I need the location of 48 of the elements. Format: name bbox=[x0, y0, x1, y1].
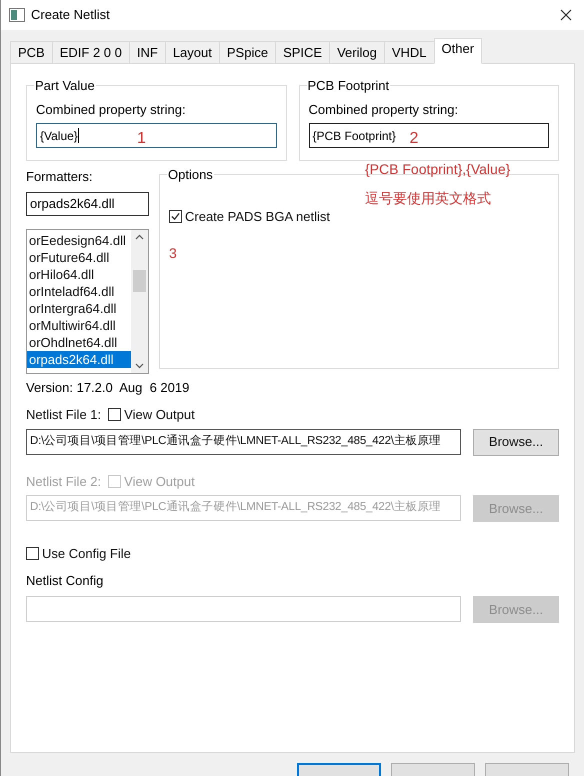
field-label: Formatters: bbox=[26, 168, 94, 186]
list-item[interactable]: orFuture64.dll bbox=[27, 248, 131, 266]
checkbox-label: View Output bbox=[124, 406, 195, 424]
checkbox-label: Use Config File bbox=[42, 545, 131, 563]
list-item[interactable]: orEedesign64.dll bbox=[27, 232, 131, 248]
text-field[interactable]: orpads2k64.dll bbox=[26, 192, 149, 216]
field-label: Combined property string: bbox=[36, 100, 187, 119]
checkmark-icon bbox=[171, 212, 180, 221]
checkbox[interactable] bbox=[108, 408, 122, 422]
list-item[interactable]: orIntergra64.dll bbox=[27, 300, 131, 316]
checkbox-label: View Output bbox=[124, 472, 195, 491]
scroll-up-icon[interactable] bbox=[135, 234, 144, 240]
annotation-number: 3 bbox=[169, 244, 178, 263]
field-value: {Value} bbox=[40, 128, 78, 144]
browse-button[interactable]: Browse... bbox=[473, 428, 559, 456]
close-icon[interactable] bbox=[560, 9, 572, 21]
text-field[interactable]: {PCB Footprint} 2 bbox=[308, 123, 549, 148]
annotation-number: 1 bbox=[137, 129, 146, 149]
annotation-note: {PCB Footprint},{Value} bbox=[365, 160, 510, 179]
checkbox-label: Create PADS BGA netlist bbox=[185, 208, 330, 226]
group-title: Options bbox=[167, 166, 214, 184]
tab[interactable]: PCB bbox=[10, 41, 53, 64]
annotation-note: 逗号要使用英文格式 bbox=[365, 188, 492, 208]
window-title: Create Netlist bbox=[31, 6, 111, 24]
app-icon bbox=[9, 8, 25, 22]
field-value: {PCB Footprint} bbox=[312, 128, 396, 144]
annotation-number: 2 bbox=[410, 129, 418, 149]
text-field[interactable]: {Value} 1 bbox=[36, 123, 276, 148]
group-title: Part Value bbox=[34, 77, 96, 95]
checkbox[interactable] bbox=[26, 547, 39, 560]
field-label: Netlist File 1: bbox=[26, 406, 102, 424]
version-text: Version: 17.2.0 Aug 6 2019 bbox=[26, 378, 190, 397]
scroll-down-icon[interactable] bbox=[135, 362, 144, 368]
field-label: Netlist File 2: bbox=[26, 472, 102, 490]
scrollbar[interactable] bbox=[131, 230, 148, 372]
checkbox[interactable] bbox=[169, 210, 182, 223]
field-label: Combined property string: bbox=[308, 100, 460, 119]
path-field[interactable]: D:\公司项目\项目管理\PLC通讯盒子硬件\LMNET-ALL_RS232_485_422\主板原理 bbox=[26, 428, 461, 454]
text-cursor bbox=[78, 128, 79, 143]
list-item[interactable]: orHilo64.dll bbox=[27, 266, 131, 282]
group-title: PCB Footprint bbox=[306, 77, 390, 95]
list-item[interactable]: orInteladf64.dll bbox=[27, 282, 131, 300]
list-item[interactable]: orOhdlnet64.dll bbox=[27, 334, 131, 350]
list-item[interactable]: orMultiwir64.dll bbox=[27, 316, 131, 334]
list-item[interactable]: orpads2k64.dll bbox=[27, 350, 131, 368]
scroll-thumb[interactable] bbox=[133, 270, 146, 292]
tab[interactable]: Other bbox=[434, 38, 482, 64]
field-label: Netlist Config bbox=[26, 572, 104, 590]
